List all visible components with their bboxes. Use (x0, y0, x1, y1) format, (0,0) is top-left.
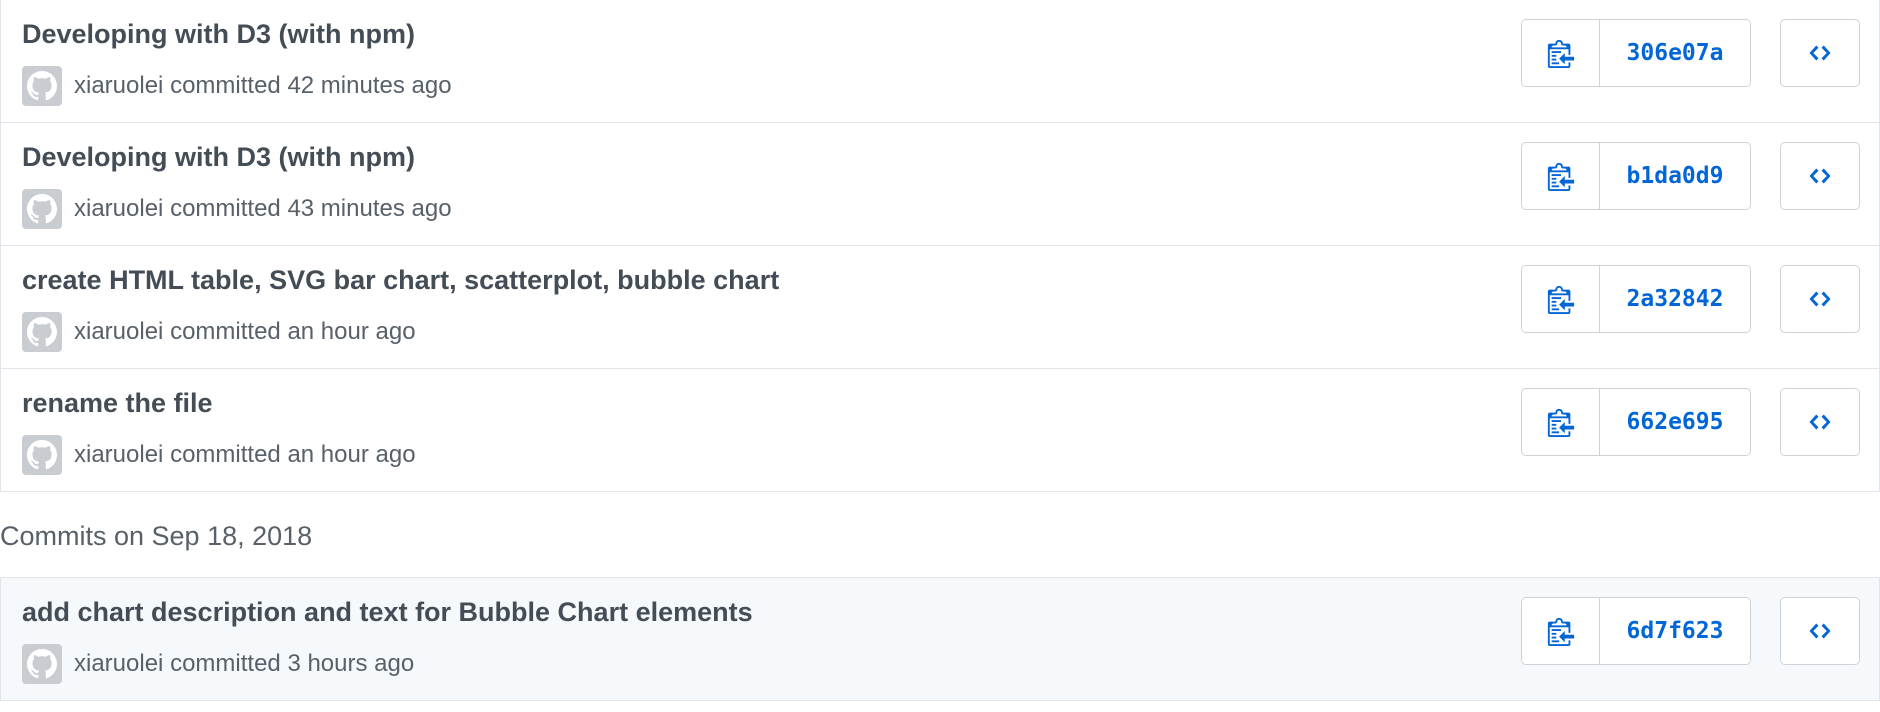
copy-sha-button[interactable] (1522, 266, 1600, 332)
commit-meta: xiaruolei committed 43 minutes ago (22, 189, 452, 229)
clippy-icon (1547, 285, 1574, 314)
clippy-icon (1547, 617, 1574, 646)
commit-author-link[interactable]: xiaruolei (74, 318, 163, 345)
commit-sha-link[interactable]: 306e07a (1600, 20, 1750, 86)
commit-sha-link[interactable]: 2a32842 (1600, 266, 1750, 332)
commit-time: 3 hours ago (287, 650, 415, 677)
commit-title-link[interactable]: create HTML table, SVG bar chart, scatte… (22, 265, 779, 296)
browse-repo-button[interactable] (1780, 388, 1860, 456)
commit-group-2: Commits on Sep 18, 2018 add chart descri… (0, 492, 1880, 701)
commit-row: Developing with D3 (with npm) xiaruolei … (1, 122, 1879, 245)
commit-time: an hour ago (287, 318, 416, 345)
commit-sha-link[interactable]: 6d7f623 (1600, 598, 1750, 664)
commit-meta-text: xiaruolei committed an hour ago (74, 441, 416, 469)
commit-action: committed (170, 650, 281, 677)
copy-sha-button[interactable] (1522, 20, 1600, 86)
commit-meta: xiaruolei committed 3 hours ago (22, 644, 414, 684)
github-octocat-icon (27, 317, 57, 347)
commit-row: Developing with D3 (with npm) xiaruolei … (1, 0, 1879, 122)
commit-title-link[interactable]: rename the file (22, 388, 213, 419)
commit-meta-text: xiaruolei committed 42 minutes ago (74, 72, 452, 100)
commit-author-link[interactable]: xiaruolei (74, 195, 163, 222)
commit-time: 43 minutes ago (287, 195, 452, 222)
commit-meta-text: xiaruolei committed 43 minutes ago (74, 195, 452, 223)
commit-time: 42 minutes ago (287, 72, 452, 99)
commit-meta-text: xiaruolei committed an hour ago (74, 318, 416, 346)
code-icon (1809, 168, 1831, 184)
commit-row: add chart description and text for Bubbl… (1, 578, 1879, 700)
github-octocat-icon (27, 440, 57, 470)
code-icon (1809, 45, 1831, 61)
commit-sha-link[interactable]: b1da0d9 (1600, 143, 1750, 209)
commit-meta-text: xiaruolei committed 3 hours ago (74, 650, 414, 678)
commit-title-link[interactable]: Developing with D3 (with npm) (22, 142, 415, 173)
commit-author-link[interactable]: xiaruolei (74, 72, 163, 99)
avatar[interactable] (22, 312, 62, 352)
commit-author-link[interactable]: xiaruolei (74, 441, 163, 468)
commit-sha-link[interactable]: 662e695 (1600, 389, 1750, 455)
browse-repo-button[interactable] (1780, 597, 1860, 665)
commit-sha-button-group: 2a32842 (1521, 265, 1751, 333)
copy-sha-button[interactable] (1522, 389, 1600, 455)
copy-sha-button[interactable] (1522, 143, 1600, 209)
commit-time: an hour ago (287, 441, 416, 468)
commit-list: add chart description and text for Bubbl… (0, 577, 1880, 701)
commit-action: committed (170, 195, 281, 222)
commit-list: Developing with D3 (with npm) xiaruolei … (0, 0, 1880, 492)
commit-action: committed (170, 318, 281, 345)
commit-author-link[interactable]: xiaruolei (74, 650, 163, 677)
clippy-icon (1547, 408, 1574, 437)
browse-repo-button[interactable] (1780, 142, 1860, 210)
commit-group-heading: Commits on Sep 18, 2018 (0, 521, 313, 551)
commit-group-1: Developing with D3 (with npm) xiaruolei … (0, 0, 1880, 492)
github-octocat-icon (27, 649, 57, 679)
commit-meta: xiaruolei committed an hour ago (22, 312, 416, 352)
copy-sha-button[interactable] (1522, 598, 1600, 664)
commit-title-link[interactable]: Developing with D3 (with npm) (22, 19, 415, 50)
commit-sha-button-group: 662e695 (1521, 388, 1751, 456)
avatar[interactable] (22, 644, 62, 684)
commit-sha-button-group: 6d7f623 (1521, 597, 1751, 665)
github-octocat-icon (27, 194, 57, 224)
code-icon (1809, 414, 1831, 430)
commit-title-link[interactable]: add chart description and text for Bubbl… (22, 597, 753, 628)
browse-repo-button[interactable] (1780, 265, 1860, 333)
clippy-icon (1547, 39, 1574, 68)
avatar[interactable] (22, 189, 62, 229)
commit-meta: xiaruolei committed an hour ago (22, 435, 416, 475)
code-icon (1809, 623, 1831, 639)
commit-sha-button-group: b1da0d9 (1521, 142, 1751, 210)
avatar[interactable] (22, 435, 62, 475)
code-icon (1809, 291, 1831, 307)
commit-action: committed (170, 441, 281, 468)
commit-action: committed (170, 72, 281, 99)
commit-meta: xiaruolei committed 42 minutes ago (22, 66, 452, 106)
github-octocat-icon (27, 71, 57, 101)
commit-sha-button-group: 306e07a (1521, 19, 1751, 87)
commit-row: rename the file xiaruolei committed an h… (1, 368, 1879, 491)
avatar[interactable] (22, 66, 62, 106)
browse-repo-button[interactable] (1780, 19, 1860, 87)
commit-row: create HTML table, SVG bar chart, scatte… (1, 245, 1879, 368)
clippy-icon (1547, 162, 1574, 191)
